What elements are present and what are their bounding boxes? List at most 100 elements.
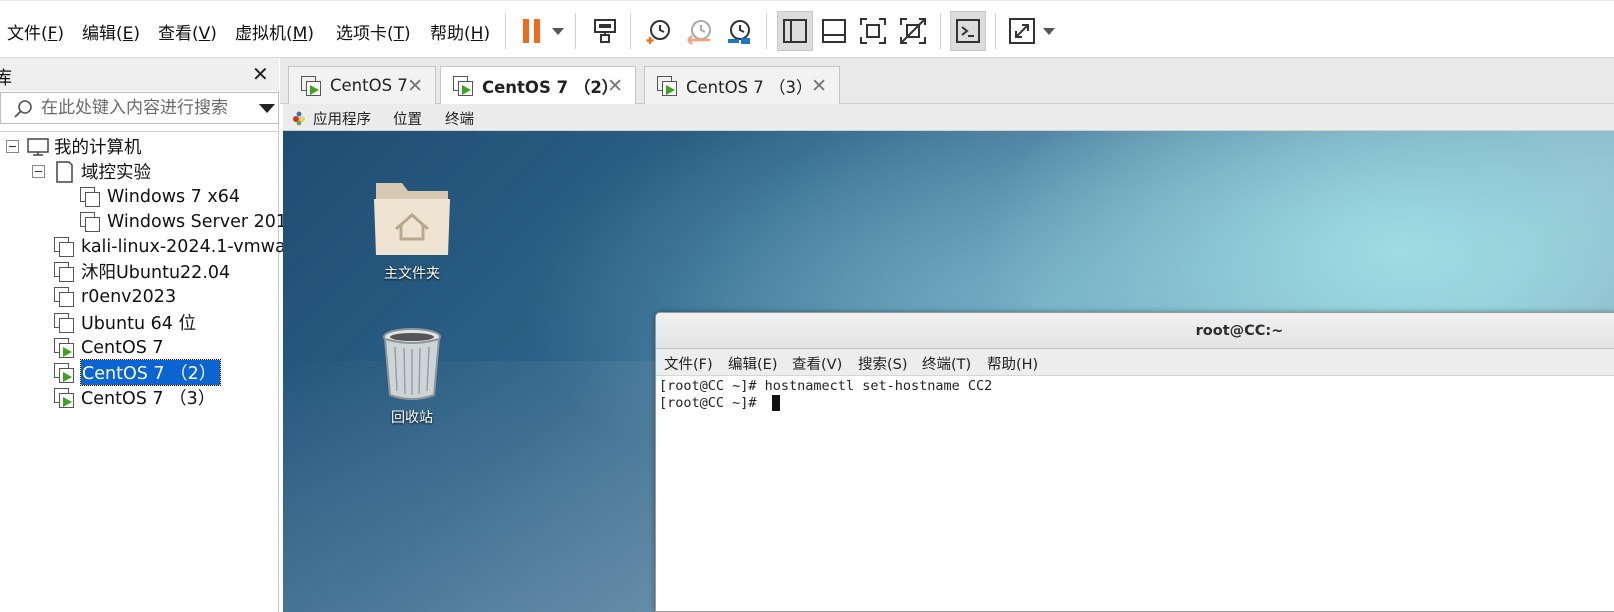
tree-item-my-computer[interactable]: 我的计算机 [27, 134, 142, 159]
vm-running-icon [657, 75, 677, 96]
tree-item-label: CentOS 7 （2） [79, 359, 222, 386]
thumbnail-bar-icon [822, 19, 846, 43]
tree-item-label: kali-linux-2024.1-vmwa [81, 236, 286, 257]
terminal-menu-help[interactable]: 帮助(H) [987, 353, 1038, 374]
send-ctrl-alt-del-button[interactable] [587, 11, 623, 51]
vm-icon [80, 186, 100, 207]
tree-item-vm[interactable]: kali-linux-2024.1-vmwa [54, 234, 286, 259]
tree-item-vm[interactable]: Ubuntu 64 位 [54, 310, 196, 335]
menu-edit[interactable]: 编辑(E) [82, 19, 140, 44]
vm-running-icon [54, 387, 74, 408]
vm-tab-bar: CentOS 7 ✕ CentOS 7 （2） ✕ CentOS 7 （3） ✕ [280, 58, 1614, 105]
console-view-button[interactable] [950, 11, 986, 51]
tab-close-icon[interactable]: ✕ [607, 75, 623, 97]
tab-centos-1[interactable]: CentOS 7 ✕ [288, 66, 436, 104]
menu-edit-label: 编辑( [82, 24, 123, 44]
snapshot-take-icon [646, 20, 670, 44]
menu-edit-end: ) [133, 24, 141, 44]
menu-view-label: 查看( [158, 24, 199, 44]
vm-running-icon [54, 362, 74, 383]
terminal-menu-search[interactable]: 搜索(S) [858, 353, 908, 374]
unity-icon [900, 18, 926, 44]
tree-item-vm-running[interactable]: CentOS 7 [54, 335, 164, 360]
tree-item-vm[interactable]: r0env2023 [54, 284, 176, 309]
toolbar-separator [995, 13, 996, 49]
gnome-menu-applications[interactable]: 应用程序 [313, 108, 371, 129]
menu-tabs[interactable]: 选项卡(T) [336, 19, 411, 44]
tree-item-vm-running[interactable]: CentOS 7 （3） [54, 385, 215, 410]
desktop-icon-label: 主文件夹 [384, 266, 440, 282]
terminal-menu-file[interactable]: 文件(F) [664, 353, 713, 374]
watermark: CSDN @CC-NX [1364, 552, 1548, 581]
tab-label: CentOS 7 [330, 76, 408, 95]
toolbar-separator [575, 13, 576, 49]
menu-vm-end: ) [307, 24, 314, 44]
library-view-icon [783, 19, 807, 43]
menu-edit-key: E [122, 24, 134, 44]
tab-centos-2[interactable]: CentOS 7 （2） ✕ [440, 66, 636, 105]
menu-file[interactable]: 文件(F) [7, 19, 64, 44]
tree-item-vm[interactable]: Windows 7 x64 [80, 184, 240, 209]
home-folder-icon [374, 183, 450, 255]
tree-item-label: Windows 7 x64 [107, 186, 241, 207]
terminal-menu-terminal[interactable]: 终端(T) [922, 353, 971, 374]
unity-button[interactable] [895, 11, 931, 51]
menu-vm[interactable]: 虚拟机(M) [235, 19, 314, 44]
snapshot-revert-button[interactable] [682, 11, 718, 51]
library-view-button[interactable] [777, 11, 813, 51]
gnome-foot-icon [293, 111, 305, 126]
gnome-menu-places[interactable]: 位置 [393, 108, 422, 129]
stretch-guest-icon [1009, 18, 1035, 44]
menu-view[interactable]: 查看(V) [158, 19, 217, 44]
folder-icon [56, 160, 73, 183]
library-search-input[interactable] [41, 95, 251, 121]
tree-item-vm[interactable]: Windows Server 201 [80, 209, 287, 234]
desktop-trash[interactable]: 回收站 [365, 327, 459, 427]
tree-item-folder[interactable]: 域控实验 [54, 159, 151, 184]
tab-close-icon[interactable]: ✕ [811, 75, 827, 97]
tree-item-label: Ubuntu 64 位 [81, 314, 196, 334]
thumbnail-bar-button[interactable] [816, 11, 852, 51]
terminal-cursor [772, 395, 780, 411]
library-panel: 库 ✕ 我的计算机 域控实验 Windows 7 x64 Windows Ser… [0, 58, 287, 612]
fullscreen-icon [860, 18, 886, 44]
menu-vm-key: M [292, 24, 308, 44]
gnome-menu-terminal[interactable]: 终端 [445, 108, 474, 129]
tree-item-vm[interactable]: 沐阳Ubuntu22.04 [54, 259, 230, 284]
menu-help-end: ) [483, 24, 491, 44]
terminal-menu-view[interactable]: 查看(V) [792, 353, 842, 374]
library-close-icon[interactable]: ✕ [252, 62, 269, 86]
gnome-top-bar: 应用程序 位置 终端 [283, 104, 1614, 131]
fullscreen-button[interactable] [855, 11, 891, 51]
tree-collapse-folder[interactable] [32, 165, 45, 178]
menu-help-label: 帮助( [430, 24, 471, 44]
snapshot-manager-icon [728, 20, 750, 44]
terminal-line: [root@CC ~]# [659, 395, 765, 411]
search-dropdown-icon[interactable] [259, 104, 275, 113]
desktop-shade [283, 361, 663, 612]
tab-centos-3[interactable]: CentOS 7 （3） ✕ [644, 66, 840, 104]
vm-running-icon [453, 76, 473, 96]
desktop-home-folder[interactable]: 主文件夹 [365, 177, 459, 283]
menu-help[interactable]: 帮助(H) [430, 19, 490, 44]
terminal-menu-edit[interactable]: 编辑(E) [728, 353, 777, 374]
vm-icon [54, 286, 74, 307]
pause-button[interactable] [514, 11, 550, 51]
library-header: 库 ✕ [0, 58, 279, 91]
menu-tabs-end: ) [404, 24, 411, 44]
menu-view-key: V [198, 24, 211, 44]
menu-file-label: 文件( [7, 24, 48, 44]
desktop-icon-label: 回收站 [391, 410, 433, 426]
snapshot-take-button[interactable] [641, 11, 677, 51]
tree-collapse-root[interactable] [6, 140, 19, 153]
stretch-guest-button[interactable] [1004, 11, 1040, 51]
pause-dropdown-caret[interactable] [552, 28, 564, 35]
menu-tabs-label: 选项卡( [336, 24, 394, 44]
vm-running-icon [54, 337, 74, 358]
tab-close-icon[interactable]: ✕ [407, 75, 423, 97]
guest-console[interactable]: 应用程序 位置 终端 主文件夹 回收站 root@CC:~ 文件(F) 编辑(E… [283, 104, 1614, 612]
tree-item-vm-selected[interactable]: CentOS 7 （2） [54, 359, 222, 386]
tree-item-label: 我的计算机 [54, 138, 142, 158]
snapshot-manager-button[interactable] [721, 11, 757, 51]
stretch-dropdown-caret[interactable] [1043, 28, 1055, 35]
